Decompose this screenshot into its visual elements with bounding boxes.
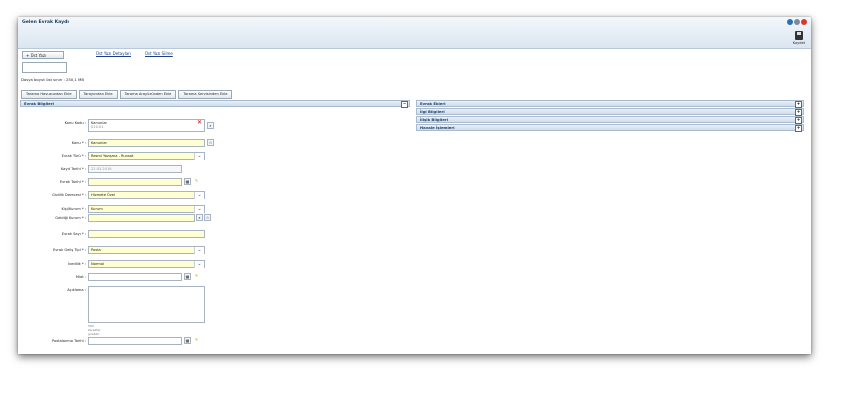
label-konu-kodu: Konu Kodu :	[64, 121, 86, 125]
label-kisi-kurum: Kişi/Kurum * :	[61, 207, 86, 211]
add-cover-letter-button[interactable]: + Üst Yazı	[22, 51, 64, 59]
evrak-tarihi-field[interactable]	[88, 178, 182, 186]
document-info-title: Evrak Bilgileri	[24, 101, 54, 106]
label-aciklama: Açıklama :	[67, 288, 86, 292]
aciklama-hint: 500 karakter girebilir	[88, 324, 101, 336]
panel-evrak-ekleri[interactable]: Evrak Ekleri +	[416, 100, 804, 108]
label-evrak-tarihi: Evrak Tarihi * :	[59, 180, 86, 184]
ivedilik-select[interactable]: Normal ⌄	[88, 260, 205, 268]
expand-icon[interactable]: +	[795, 101, 802, 108]
collapse-icon[interactable]: −	[401, 101, 408, 108]
tab-scan-service[interactable]: Tarama Servisinden Ekle	[178, 90, 233, 99]
label-kayit-tarihi: Kayıt Tarihi * :	[60, 167, 86, 171]
label-gelis-tipi: Evrak Geliş Tipi * :	[53, 248, 86, 252]
close-icon[interactable]	[801, 19, 807, 25]
max-file-size: Dosya boyut üst sınırı : 250,1 MB	[21, 77, 84, 82]
panel-ilisik-bilgileri[interactable]: İlişik Bilgileri +	[416, 116, 804, 124]
aciklama-textarea[interactable]	[88, 286, 205, 323]
gizlilik-value: Hizmete Özel	[91, 193, 115, 197]
chevron-down-icon[interactable]: ⌄	[194, 206, 204, 213]
panel-havale-islemleri-title: Havale İşlemleri	[420, 125, 455, 130]
label-miat: Miat :	[75, 275, 86, 279]
clear-icon[interactable]: ✕	[197, 120, 202, 126]
save-button[interactable]: Kaydet	[793, 31, 805, 45]
window-title: Gelen Evrak Kaydı	[22, 20, 69, 25]
chevron-down-icon[interactable]: ⌄	[194, 153, 204, 160]
expand-icon[interactable]: +	[795, 125, 802, 132]
document-form: Konu Kodu : Kanunlar 010.01 ✕ ⌕ Konu * :…	[18, 109, 410, 354]
window-controls	[787, 19, 807, 25]
document-info-header[interactable]: Evrak Bilgileri −	[20, 100, 410, 108]
tab-scanner[interactable]: Tarayıcıdan Ekle	[78, 90, 118, 99]
chevron-down-icon[interactable]: ⌄	[194, 247, 204, 254]
miat-field[interactable]	[88, 273, 182, 281]
gizlilik-select[interactable]: Hizmete Özel ⌄	[88, 191, 205, 199]
konu-field[interactable]: Kanunlar	[88, 139, 205, 147]
app-window: Gelen Evrak Kaydı Kaydet + Üst Yazı Üst …	[18, 17, 811, 354]
tab-scan-pool[interactable]: Tarama Havuzundan Ekle	[21, 90, 77, 99]
label-konu: Konu * :	[71, 141, 86, 145]
calendar-icon[interactable]: ▦	[184, 273, 191, 280]
cover-letter-box[interactable]	[22, 62, 67, 73]
evrak-sayi-field[interactable]	[88, 230, 205, 238]
panel-evrak-ekleri-title: Evrak Ekleri	[420, 101, 446, 106]
ivedilik-value: Normal	[91, 262, 105, 266]
pencil-icon[interactable]: ✎	[193, 337, 200, 344]
label-evrak-sayi: Evrak Sayı * :	[61, 232, 86, 236]
konu-kodu-sub: 010.01	[91, 125, 104, 129]
scan-tabs: Tarama Havuzundan Ekle Tarayıcıdan Ekle …	[21, 90, 233, 99]
minimize-icon[interactable]	[794, 19, 800, 25]
gelis-tipi-value: Posta	[91, 248, 101, 252]
lookup-icon[interactable]: ⌕	[207, 122, 214, 129]
label-ivedilik: İvedilik * :	[67, 262, 86, 266]
panel-ilisik-bilgileri-title: İlişik Bilgileri	[420, 117, 448, 122]
panel-ilgi-bilgileri-title: İlgi Bilgileri	[420, 109, 445, 114]
label-evrak-turu: Evrak Türü * :	[61, 154, 86, 158]
konu-kodu-field[interactable]: Kanunlar 010.01 ✕	[88, 119, 205, 132]
label-gizlilik: Gizlilik Derecesi * :	[52, 193, 86, 197]
star-icon[interactable]: ☆	[204, 214, 211, 221]
cover-letter-delete-link[interactable]: Üst Yazı Silme	[145, 51, 173, 56]
gelis-tipi-select[interactable]: Posta ⌄	[88, 246, 205, 254]
label-postalama: Postalanma Tarihi :	[52, 339, 86, 343]
cover-letter-details-link[interactable]: Üst Yazı Detayları	[96, 51, 131, 56]
star-icon[interactable]: ☆	[207, 139, 214, 146]
geldigi-kurum-field[interactable]	[88, 214, 195, 222]
save-label: Kaydet	[792, 41, 805, 45]
evrak-turu-value: Resmi Yazışma - Runsat	[91, 154, 134, 158]
calendar-icon[interactable]: ▦	[184, 337, 191, 344]
postalama-field[interactable]	[88, 337, 182, 345]
floppy-disk-icon	[794, 31, 803, 40]
kisi-kurum-select[interactable]: Kurum ⌄	[88, 205, 205, 213]
panel-ilgi-bilgileri[interactable]: İlgi Bilgileri +	[416, 108, 804, 116]
pencil-icon[interactable]: ✎	[193, 273, 200, 280]
expand-icon[interactable]: +	[795, 109, 802, 116]
calendar-icon[interactable]: ▦	[184, 178, 191, 185]
kayit-tarihi-field: 22.03.2016	[88, 165, 182, 173]
pencil-icon[interactable]: ✎	[193, 178, 200, 185]
kisi-kurum-value: Kurum	[91, 207, 103, 211]
chevron-down-icon[interactable]: ⌄	[194, 192, 204, 199]
panel-havale-islemleri[interactable]: Havale İşlemleri +	[416, 124, 804, 132]
chevron-down-icon[interactable]: ⌄	[194, 261, 204, 268]
help-icon[interactable]	[787, 19, 793, 25]
evrak-turu-select[interactable]: Resmi Yazışma - Runsat ⌄	[88, 152, 205, 160]
window-header: Gelen Evrak Kaydı Kaydet	[18, 17, 811, 49]
tab-scan-ui[interactable]: Tarama Arayüzünden Ekle	[119, 90, 177, 99]
expand-icon[interactable]: +	[795, 117, 802, 124]
label-geldigi-kurum: Geldiği Kurum * :	[55, 216, 86, 220]
lookup-icon[interactable]: ⌕	[196, 214, 203, 221]
